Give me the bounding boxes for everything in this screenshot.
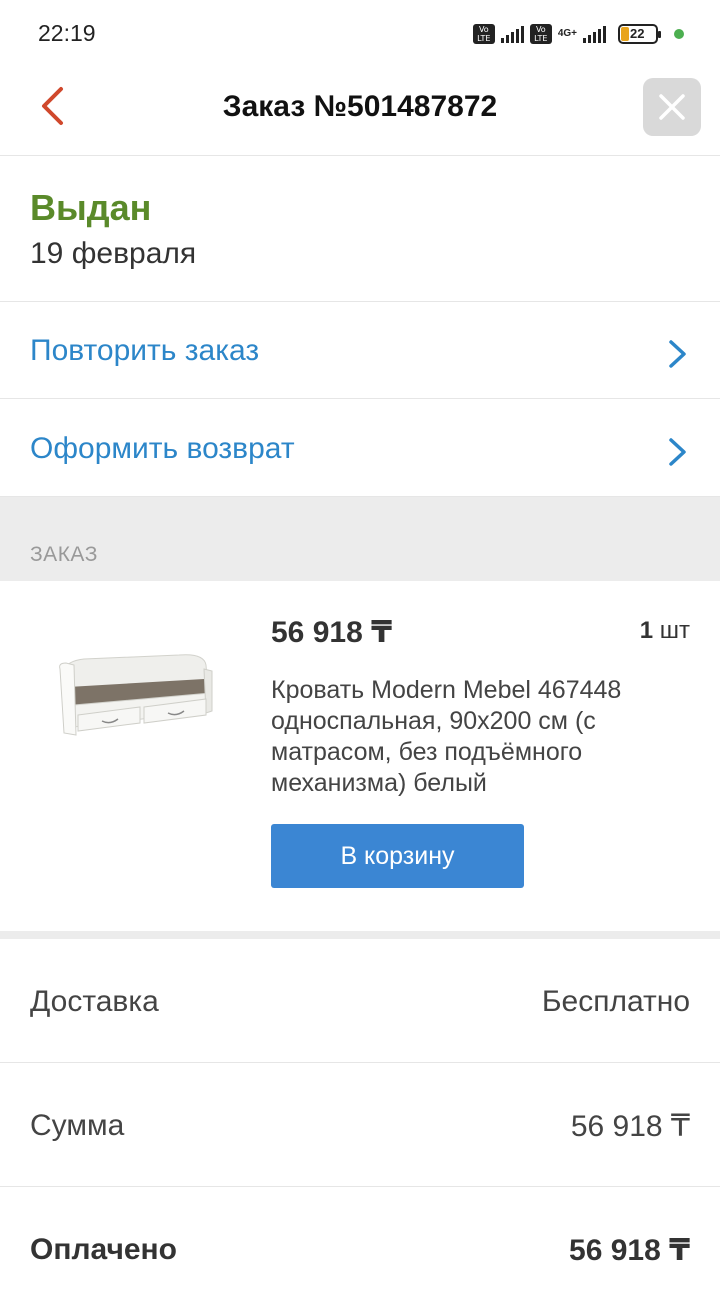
section-header: ЗАКАЗ xyxy=(0,497,720,581)
order-status-block: Выдан 19 февраля xyxy=(0,157,720,302)
4g-label: 4G+ xyxy=(557,28,577,39)
sum-value: 56 918 ₸ xyxy=(570,1110,690,1143)
signal-icon xyxy=(500,25,524,43)
repeat-order-label: Повторить заказ xyxy=(30,334,260,367)
item-quantity: 1 шт xyxy=(640,617,690,645)
sum-label: Сумма xyxy=(30,1109,125,1142)
status-icons: Vo LTE Vo LTE 4G+ 22 xyxy=(472,22,684,46)
item-name[interactable]: Кровать Modern Mebel 467448 односпальная… xyxy=(271,675,681,799)
item-price: 56 918 ₸ xyxy=(271,616,392,649)
qty-unit: шт xyxy=(659,617,690,644)
product-image[interactable] xyxy=(54,649,214,741)
delivery-row: Доставка Бесплатно xyxy=(0,939,720,1063)
clock: 22:19 xyxy=(38,20,96,46)
4g-signal-icon xyxy=(583,25,606,43)
paid-row: Оплачено 56 918 ₸ xyxy=(0,1187,720,1295)
divider xyxy=(0,931,720,939)
sum-row: Сумма 56 918 ₸ xyxy=(0,1063,720,1187)
order-status: Выдан xyxy=(30,187,152,228)
volte-icon: Vo LTE xyxy=(472,24,495,44)
close-icon xyxy=(659,94,685,120)
delivery-value: Бесплатно xyxy=(541,985,690,1018)
return-order-row[interactable]: Оформить возврат xyxy=(0,400,720,497)
chevron-right-icon xyxy=(669,340,686,368)
return-order-label: Оформить возврат xyxy=(30,432,295,465)
repeat-order-row[interactable]: Повторить заказ xyxy=(0,302,720,399)
qty-number: 1 xyxy=(639,617,654,644)
paid-label: Оплачено xyxy=(30,1233,177,1266)
page-title: Заказ №501487872 xyxy=(222,90,498,123)
status-bar: 22:19 Vo LTE Vo LTE 4G+ 22 xyxy=(0,0,720,66)
app-header: Заказ №501487872 xyxy=(0,66,720,156)
notification-dot-icon xyxy=(674,29,684,39)
order-item: 56 918 ₸ 1 шт Кровать Modern Mebel 46744… xyxy=(0,581,720,931)
chevron-right-icon xyxy=(669,438,686,466)
order-date: 19 февраля xyxy=(30,237,197,270)
volte-icon: Vo LTE xyxy=(529,24,552,44)
section-title: ЗАКАЗ xyxy=(30,543,98,566)
add-to-cart-button[interactable]: В корзину xyxy=(271,824,524,888)
delivery-label: Доставка xyxy=(30,985,159,1018)
battery-icon: 22 xyxy=(618,24,661,44)
close-button[interactable] xyxy=(643,78,701,136)
paid-value: 56 918 ₸ xyxy=(569,1234,690,1267)
